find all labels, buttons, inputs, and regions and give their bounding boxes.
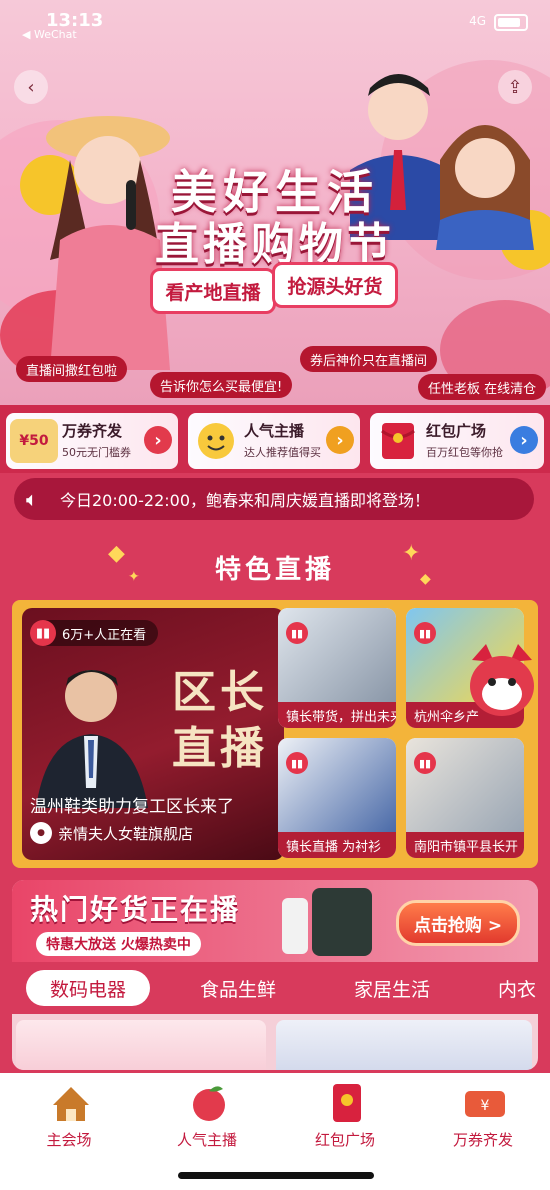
live-icon: ▮▮ bbox=[286, 622, 308, 644]
nav-coupons[interactable]: ¥ 万券齐发 bbox=[428, 1081, 538, 1161]
svg-text:¥: ¥ bbox=[481, 1098, 490, 1114]
hot-goods-subtitle: 特惠大放送 火爆热卖中 bbox=[36, 932, 201, 956]
battery-icon bbox=[494, 14, 528, 31]
featured-live-panel: ▮▮ 6万+人正在看 区长 直播 温州鞋类助力复工区长来了 ● 亲情夫人女鞋旗舰… bbox=[12, 600, 538, 868]
hero-tag: 直播间撒红包啦 bbox=[16, 356, 128, 382]
hero-banner[interactable]: 美好生活 直播购物节 看产地直播 抢源头好货 直播间撒红包啦 告诉你怎么买最便宜… bbox=[0, 0, 550, 405]
back-arrow-icon[interactable]: ‹ bbox=[14, 70, 48, 104]
chevron-right-icon: › bbox=[510, 426, 538, 454]
skincare-bottle-image bbox=[282, 898, 308, 954]
viewer-badge: ▮▮ 6万+人正在看 bbox=[30, 620, 159, 646]
chevron-right-icon: › bbox=[326, 426, 354, 454]
featured-section-title: 特色直播 bbox=[214, 555, 335, 585]
nav-main-venue[interactable]: 主会场 bbox=[14, 1081, 124, 1161]
live-icon: ▮▮ bbox=[414, 622, 436, 644]
live-icon: ▮▮ bbox=[286, 752, 308, 774]
poster-text: 区长 bbox=[172, 667, 268, 718]
nav-label: 主会场 bbox=[46, 1131, 92, 1149]
featured-live-main[interactable]: ▮▮ 6万+人正在看 区长 直播 温州鞋类助力复工区长来了 ● 亲情夫人女鞋旗舰… bbox=[22, 608, 284, 860]
live-label: 镇长直播 为衬衫 bbox=[278, 832, 396, 858]
announcement-text: 今日20:00-22:00，鲍春来和周庆媛直播即将登场！ bbox=[60, 491, 430, 510]
smiley-icon bbox=[192, 419, 240, 463]
coupon-icon: ¥50 bbox=[10, 419, 58, 463]
hero-tag: 告诉你怎么买最便宜! bbox=[150, 372, 293, 398]
viewer-count: 6万+人正在看 bbox=[62, 627, 147, 643]
live-label: 南阳市镇平县长开 bbox=[406, 832, 524, 858]
announcement-bar[interactable]: 🔈︎ 今日20:00-22:00，鲍春来和周庆媛直播即将登场！ bbox=[14, 478, 534, 520]
nav-popular-hosts[interactable]: 人气主播 bbox=[152, 1081, 262, 1161]
tab-fresh-food[interactable]: 食品生鲜 bbox=[188, 970, 288, 1006]
poster-text: 直播 bbox=[172, 723, 268, 774]
feature-title: 红包广场 bbox=[426, 422, 487, 440]
home-icon bbox=[44, 1081, 98, 1125]
speaker-icon: 🔈︎ bbox=[26, 487, 38, 511]
status-bar: 13:13 ◀ WeChat 4G bbox=[0, 0, 550, 41]
wechat-back-link[interactable]: ◀ WeChat bbox=[22, 28, 77, 41]
hot-goods-section: 热门好货正在播 特惠大放送 火爆热卖中 点击抢购 > 数码电器 食品生鲜 家居生… bbox=[12, 880, 538, 1070]
mascot-icon bbox=[470, 644, 534, 716]
feature-subtitle: 达人推荐值得买 bbox=[244, 446, 321, 459]
tab-digital[interactable]: 数码电器 bbox=[26, 970, 150, 1006]
nav-label: 红包广场 bbox=[314, 1131, 375, 1149]
nav-label: 人气主播 bbox=[176, 1131, 237, 1149]
feature-card-coupons[interactable]: ¥50 万券齐发 50元无门槛券 › bbox=[6, 413, 178, 469]
hot-goods-title: 热门好货正在播 bbox=[30, 893, 241, 926]
featured-section-header: ◆ ✦ ✦ ◆ 特色直播 bbox=[0, 535, 550, 595]
shop-info[interactable]: ● 亲情夫人女鞋旗舰店 bbox=[30, 822, 193, 844]
signal-indicator: 4G bbox=[469, 14, 486, 28]
home-indicator bbox=[178, 1172, 374, 1179]
live-icon: ▮▮ bbox=[30, 620, 56, 646]
feature-subtitle: 50元无门槛券 bbox=[62, 446, 131, 459]
host-portrait bbox=[36, 670, 148, 808]
chip-source-goods[interactable]: 抢源头好货 bbox=[272, 262, 398, 308]
tab-underwear[interactable]: 内衣 bbox=[498, 970, 538, 1006]
share-icon[interactable]: ⇪ bbox=[498, 70, 532, 104]
feature-card-red-envelope[interactable]: 红包广场 百万红包等你抢 › bbox=[370, 413, 544, 469]
nav-label: 万券齐发 bbox=[452, 1131, 513, 1149]
featured-live-small[interactable]: ▮▮ 镇长带货，拼出未来 bbox=[278, 608, 396, 728]
hot-goods-header[interactable]: 热门好货正在播 特惠大放送 火爆热卖中 点击抢购 > bbox=[12, 880, 538, 962]
phone-product-image bbox=[312, 888, 372, 956]
featured-live-small[interactable]: ▮▮ 南阳市镇平县长开 bbox=[406, 738, 524, 858]
category-tabs: 数码电器 食品生鲜 家居生活 内衣 bbox=[12, 962, 538, 1014]
hero-tag: 任性老板 在线清仓 bbox=[418, 374, 547, 400]
product-card[interactable] bbox=[16, 1020, 266, 1070]
nav-red-envelope[interactable]: 红包广场 bbox=[290, 1081, 400, 1161]
red-envelope-icon bbox=[374, 419, 422, 463]
hero-tag: 券后神价只在直播间 bbox=[300, 346, 438, 372]
feature-title: 万券齐发 bbox=[62, 422, 123, 440]
shop-name: 亲情夫人女鞋旗舰店 bbox=[58, 824, 194, 843]
red-envelope-icon bbox=[320, 1081, 374, 1125]
live-label: 镇长带货，拼出未来 bbox=[278, 702, 396, 728]
feature-card-hosts[interactable]: 人气主播 达人推荐值得买 › bbox=[188, 413, 360, 469]
feature-title: 人气主播 bbox=[244, 422, 305, 440]
tab-home[interactable]: 家居生活 bbox=[342, 970, 442, 1006]
live-icon: ▮▮ bbox=[414, 752, 436, 774]
chevron-right-icon: › bbox=[144, 426, 172, 454]
shop-logo-icon: ● bbox=[30, 822, 52, 844]
chip-origin-live[interactable]: 看产地直播 bbox=[150, 268, 276, 314]
coupon-icon: ¥ bbox=[458, 1081, 512, 1125]
host-woman2-illustration bbox=[436, 125, 534, 250]
peach-icon bbox=[182, 1081, 236, 1125]
live-caption: 温州鞋类助力复工区长来了 bbox=[30, 797, 234, 817]
product-card[interactable] bbox=[276, 1020, 532, 1070]
featured-live-small[interactable]: ▮▮ 镇长直播 为衬衫 bbox=[278, 738, 396, 858]
feature-subtitle: 百万红包等你抢 bbox=[426, 446, 503, 459]
buy-now-button[interactable]: 点击抢购 > bbox=[396, 900, 520, 946]
feature-strip: ¥50 万券齐发 50元无门槛券 › 人气主播 达人推荐值得买 › 红包广场 百… bbox=[0, 405, 550, 473]
